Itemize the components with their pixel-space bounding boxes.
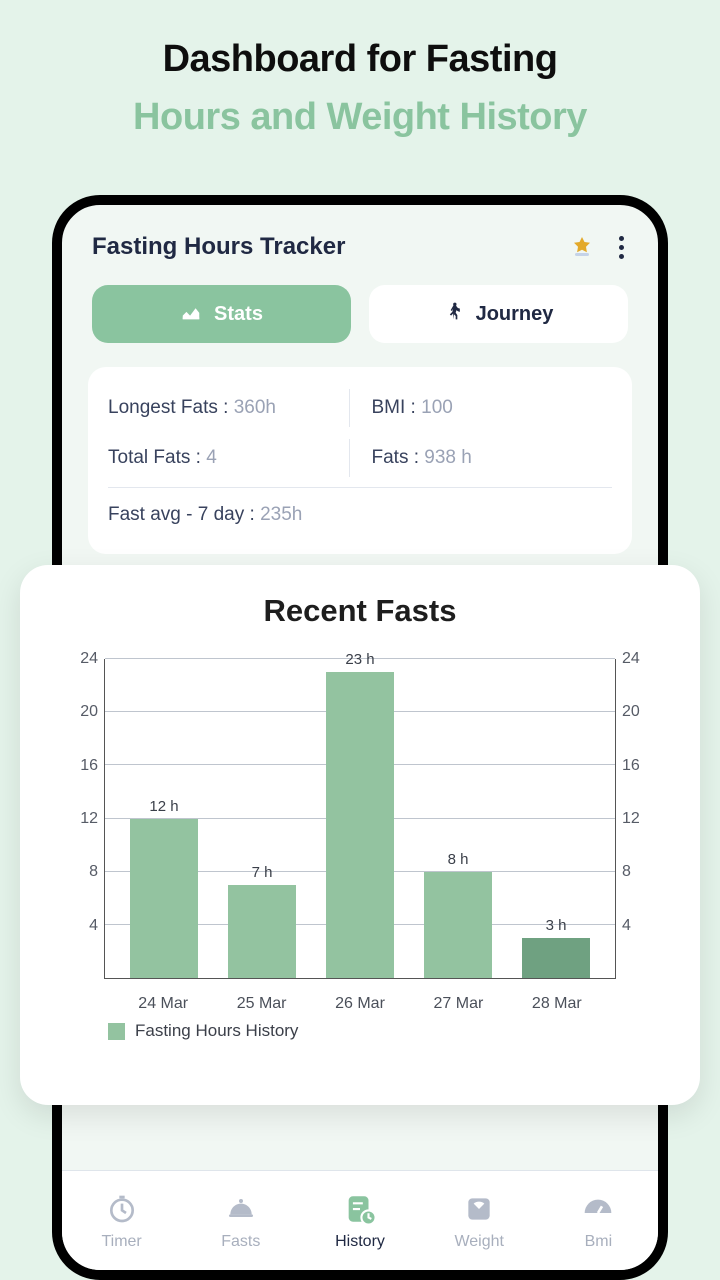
legend-swatch: [108, 1023, 125, 1040]
history-icon: [343, 1191, 377, 1227]
trophy-icon[interactable]: [570, 235, 594, 259]
cloche-icon: [225, 1191, 257, 1227]
bottom-nav: Timer Fasts History Weight Bmi: [62, 1170, 658, 1270]
gauge-icon: [581, 1191, 615, 1227]
bar-value-label: 23 h: [345, 651, 374, 668]
walk-icon: [444, 300, 464, 328]
headline-line1: Dashboard for Fasting: [0, 38, 720, 81]
recent-fasts-card: Recent Fasts 12 h 7 h 23 h 8 h 3 h 24 Mar25 …: [20, 565, 700, 1105]
app-title: Fasting Hours Tracker: [92, 233, 345, 261]
app-header: Fasting Hours Tracker: [62, 205, 658, 279]
stats-card: Longest Fats : 360h BMI : 100 Total Fats…: [88, 367, 632, 554]
bar-value-label: 12 h: [149, 798, 178, 815]
nav-bmi[interactable]: Bmi: [539, 1171, 658, 1270]
tab-bar: Stats Journey: [62, 285, 658, 343]
tab-journey-label: Journey: [476, 303, 554, 326]
recent-fasts-title: Recent Fasts: [48, 593, 672, 629]
kebab-menu-icon[interactable]: [610, 236, 632, 259]
tab-stats[interactable]: Stats: [92, 285, 351, 343]
nav-weight[interactable]: Weight: [420, 1171, 539, 1270]
tab-stats-label: Stats: [214, 303, 263, 326]
x-tick: 26 Mar: [311, 995, 409, 1013]
stat-avg: Fast avg - 7 day : 235h: [108, 496, 612, 534]
bar[interactable]: [326, 672, 393, 978]
bar[interactable]: [424, 872, 491, 978]
chart-icon: [180, 300, 202, 328]
x-tick: 24 Mar: [114, 995, 212, 1013]
stat-longest: Longest Fats : 360h: [108, 389, 349, 427]
stat-bmi: BMI : 100: [349, 389, 613, 427]
scale-icon: [463, 1191, 495, 1227]
timer-icon: [106, 1191, 138, 1227]
chart-legend: Fasting Hours History: [108, 1021, 298, 1041]
stat-total: Total Fats : 4: [108, 439, 349, 477]
tab-journey[interactable]: Journey: [369, 285, 628, 343]
bar[interactable]: [228, 885, 295, 978]
x-tick: 27 Mar: [409, 995, 507, 1013]
bar-chart: 12 h 7 h 23 h 8 h 3 h 24 Mar25 Mar26 Mar27 M…: [48, 649, 672, 1019]
bar[interactable]: [130, 819, 197, 979]
nav-fasts[interactable]: Fasts: [181, 1171, 300, 1270]
nav-timer[interactable]: Timer: [62, 1171, 181, 1270]
headline-line2: Hours and Weight History: [0, 96, 720, 139]
x-tick: 28 Mar: [508, 995, 606, 1013]
bar-value-label: 7 h: [252, 864, 273, 881]
nav-history[interactable]: History: [300, 1171, 419, 1270]
bar-value-label: 3 h: [546, 917, 567, 934]
bar-value-label: 8 h: [448, 851, 469, 868]
x-tick: 25 Mar: [212, 995, 310, 1013]
stat-fats: Fats : 938 h: [349, 439, 613, 477]
promo-headline: Dashboard for Fasting Hours and Weight H…: [0, 0, 720, 139]
bar[interactable]: [522, 938, 589, 978]
